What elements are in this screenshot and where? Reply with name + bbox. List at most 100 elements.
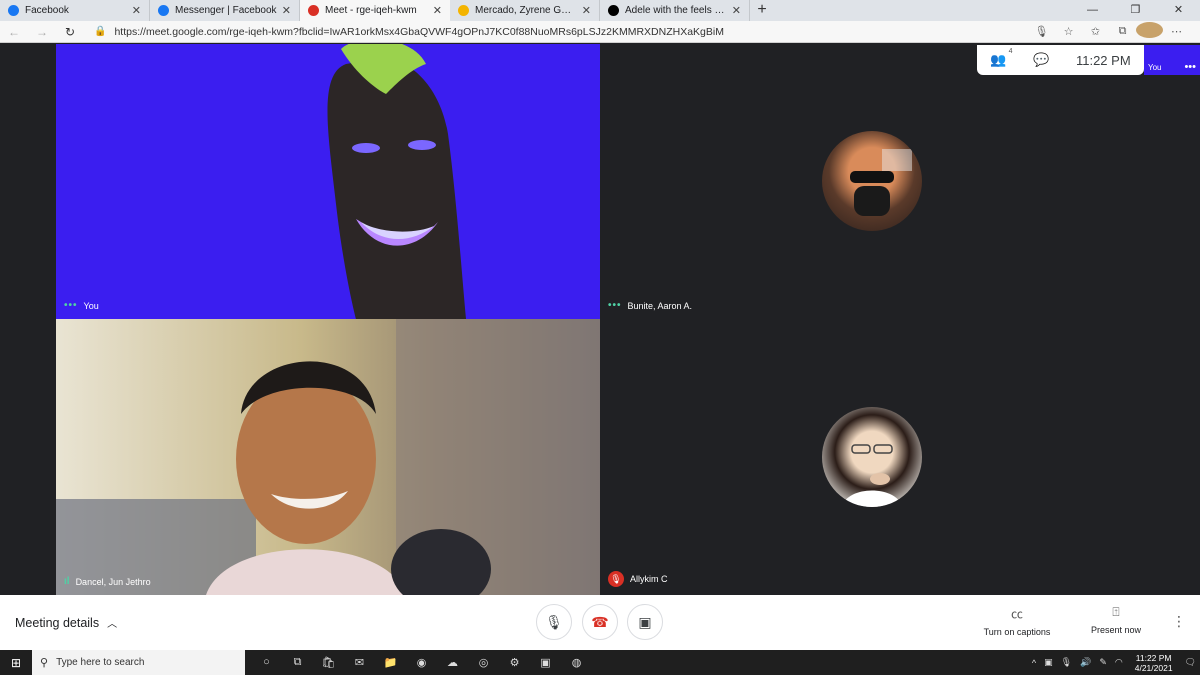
self-video-eggplant: [327, 44, 466, 319]
leave-call-button[interactable]: ☎: [582, 604, 618, 640]
tab-meet[interactable]: Meet - rge-iqeh-kwm ✕: [300, 0, 450, 21]
favorite-star-icon[interactable]: ☆: [1055, 25, 1082, 38]
menu-icon[interactable]: ⋯: [1163, 25, 1190, 38]
weather-icon[interactable]: ☁: [437, 656, 468, 669]
close-icon[interactable]: ✕: [282, 4, 291, 17]
tab-facebook[interactable]: Facebook ✕: [0, 0, 150, 21]
tray-app-icon[interactable]: ▣: [1044, 657, 1053, 668]
windows-start-icon[interactable]: ⊞: [0, 656, 32, 670]
chrome-icon[interactable]: ◎: [468, 656, 499, 669]
people-icon[interactable]: 👥 4: [990, 48, 1012, 68]
new-tab-button[interactable]: +: [750, 0, 774, 21]
chat-icon[interactable]: 💬: [1033, 52, 1049, 68]
self-view-mini[interactable]: You •••: [1144, 45, 1200, 75]
microphone-icon[interactable]: 🎙: [1061, 657, 1072, 668]
video-camera-icon: ▣: [638, 613, 652, 630]
tile-dancel[interactable]: ıl Dancel, Jun Jethro: [56, 319, 600, 595]
tile-you[interactable]: ••• You: [56, 44, 600, 319]
facebook-icon: [158, 5, 169, 16]
collections-icon[interactable]: ⧉: [1109, 25, 1136, 38]
tile-name-you: ••• You: [64, 300, 99, 311]
meet-icon: [308, 5, 319, 16]
lock-icon[interactable]: 🔒: [94, 26, 106, 37]
tab-label: Messenger | Facebook: [175, 5, 277, 16]
facebook-icon: [8, 5, 19, 16]
address-bar-icons: 🎙 ☆ ✩ ⧉ ⋯: [1028, 22, 1190, 41]
mic-off-icon: 🎙: [608, 571, 624, 587]
cortana-icon[interactable]: ○: [251, 656, 282, 669]
forward-icon[interactable]: →: [28, 25, 56, 39]
captions-button[interactable]: ㏄ Turn on captions: [980, 605, 1054, 637]
closed-captions-icon: ㏄: [1010, 607, 1023, 621]
tab-messenger[interactable]: Messenger | Facebook ✕: [150, 0, 300, 21]
participant-name: Allykim C: [630, 574, 668, 584]
tile-name-allykim: 🎙 Allykim C: [608, 571, 668, 587]
pen-icon[interactable]: ✎: [1099, 657, 1107, 668]
more-options-icon[interactable]: •••: [1184, 61, 1196, 73]
store-icon[interactable]: 🛍: [313, 656, 344, 669]
phone-hangup-icon: ☎: [591, 613, 609, 630]
close-icon[interactable]: ✕: [433, 4, 442, 17]
close-window-icon[interactable]: ✕: [1157, 0, 1200, 21]
app-yellow-icon[interactable]: ◍: [561, 656, 592, 669]
restore-icon[interactable]: ❐: [1114, 0, 1157, 21]
search-icon: ⚲: [40, 657, 49, 669]
tab-drive[interactable]: Mercado, Zyrene Gwyneth A. - G ✕: [450, 0, 600, 21]
browser-tab-bar: Facebook ✕ Messenger | Facebook ✕ Meet -…: [0, 0, 1200, 21]
present-now-button[interactable]: ⍐ Present now: [1086, 605, 1146, 635]
avatar: [822, 407, 922, 507]
url-field[interactable]: 🔒 https://meet.google.com/rge-iqeh-kwm?f…: [94, 26, 1028, 38]
close-icon[interactable]: ✕: [582, 4, 591, 17]
meet-top-overlay: 👥 4 💬 11:22 PM: [977, 45, 1144, 75]
tab-tiktok[interactable]: Adele with the feels 😄 I wanna ✕: [600, 0, 750, 21]
avatar-image: [842, 444, 902, 507]
tile-name-dancel: ıl Dancel, Jun Jethro: [64, 576, 151, 587]
clock-time: 11:22 PM: [1135, 652, 1172, 663]
tab-label: Facebook: [25, 5, 69, 16]
participant-name: Bunite, Aaron A.: [627, 300, 693, 311]
tile-bunite[interactable]: ••• Bunite, Aaron A.: [600, 44, 1145, 319]
minimize-icon[interactable]: —: [1071, 0, 1114, 21]
clock-date: 4/21/2021: [1134, 662, 1173, 673]
system-tray: ^ ▣ 🎙 🔊 ✎ ◠ 11:22 PM 4/21/2021 🗨: [1028, 650, 1200, 675]
more-options-icon[interactable]: •••: [608, 300, 622, 311]
taskbar-clock[interactable]: 11:22 PM 4/21/2021: [1135, 653, 1173, 673]
edge-icon[interactable]: ◉: [406, 656, 437, 669]
address-bar: ← → ↻ 🔒 https://meet.google.com/rge-iqeh…: [0, 21, 1200, 43]
more-options-icon[interactable]: ⋮: [1172, 613, 1186, 630]
tile-allykim[interactable]: 🎙 Allykim C: [600, 319, 1145, 595]
windows-taskbar: ⊞ ⚲ Type here to search ○ ⧉ 🛍 ✉ 📁 ◉ ☁ ◎ …: [0, 650, 1200, 675]
self-view-label: You: [1148, 63, 1162, 72]
profile-avatar[interactable]: [1136, 22, 1163, 41]
chevron-up-icon[interactable]: ^: [1032, 658, 1036, 668]
settings-gear-icon[interactable]: ⚙: [499, 656, 530, 669]
microphone-icon[interactable]: 🎙: [1028, 25, 1055, 38]
app-red-icon[interactable]: ▣: [530, 656, 561, 669]
microphone-button[interactable]: 🎙: [536, 604, 572, 640]
drive-icon: [458, 5, 469, 16]
microphone-icon: 🎙: [545, 613, 563, 630]
close-icon[interactable]: ✕: [132, 4, 141, 17]
task-view-icon[interactable]: ⧉: [282, 656, 313, 669]
more-options-icon[interactable]: •••: [64, 300, 78, 311]
reload-icon[interactable]: ↻: [56, 25, 84, 39]
taskbar-search-box[interactable]: ⚲ Type here to search: [32, 650, 245, 675]
back-icon[interactable]: ←: [0, 25, 28, 39]
file-explorer-icon[interactable]: 📁: [375, 656, 406, 669]
volume-icon[interactable]: 🔊: [1080, 657, 1091, 668]
taskbar-pinned-apps: ○ ⧉ 🛍 ✉ 📁 ◉ ☁ ◎ ⚙ ▣ ◍: [251, 656, 592, 669]
participant-name: Dancel, Jun Jethro: [75, 576, 151, 587]
window-controls: — ❐ ✕: [1071, 0, 1200, 21]
meeting-details-button[interactable]: Meeting details ︿: [15, 615, 117, 631]
mail-icon[interactable]: ✉: [344, 656, 375, 669]
tab-label: Adele with the feels 😄 I wanna: [625, 5, 728, 16]
camera-button[interactable]: ▣: [627, 604, 663, 640]
url-text: https://meet.google.com/rge-iqeh-kwm?fbc…: [114, 25, 724, 38]
wifi-icon[interactable]: ◠: [1115, 657, 1123, 668]
close-icon[interactable]: ✕: [732, 4, 741, 17]
notifications-icon[interactable]: 🗨: [1185, 657, 1196, 668]
search-placeholder: Type here to search: [56, 657, 145, 668]
tab-label: Mercado, Zyrene Gwyneth A. - G: [475, 5, 578, 16]
favorites-list-icon[interactable]: ✩: [1082, 25, 1109, 38]
avatar-image: [850, 149, 912, 216]
